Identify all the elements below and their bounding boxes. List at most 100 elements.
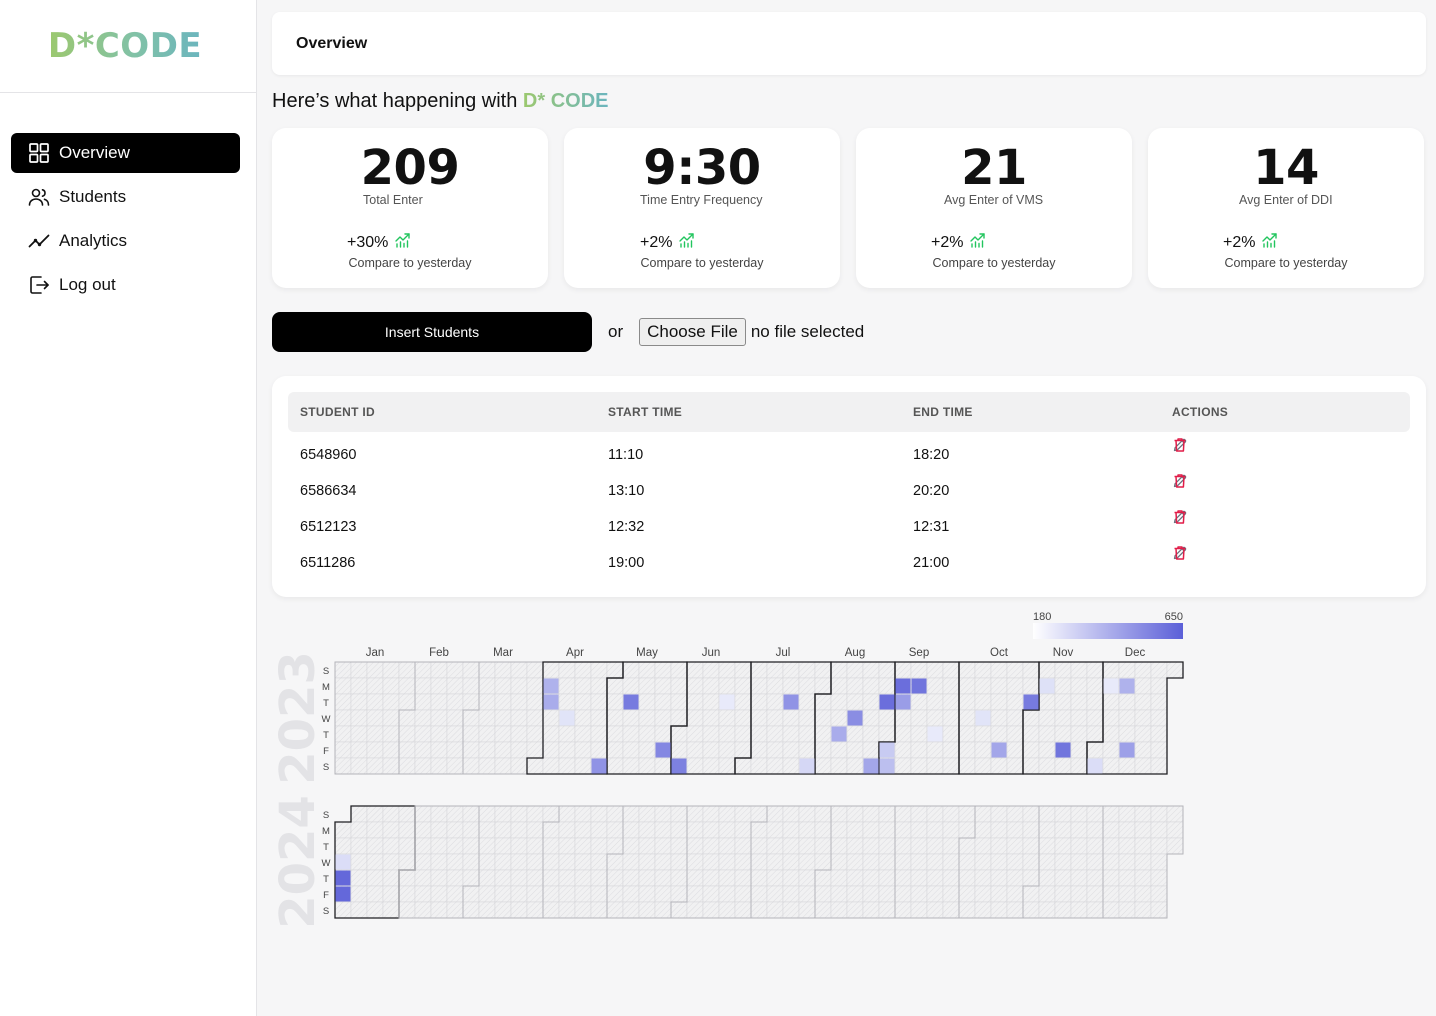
day-cell [782, 661, 800, 679]
delete-icon[interactable] [1172, 473, 1188, 489]
day-cell [734, 885, 752, 903]
day-cell [1134, 741, 1152, 759]
day-cell [558, 677, 576, 695]
heatmap-value-cell [1119, 678, 1135, 694]
day-cell [558, 885, 576, 903]
sidebar-item-label: Log out [59, 275, 116, 294]
day-cell [606, 805, 624, 823]
day-cell [958, 677, 976, 695]
day-cell [734, 805, 752, 823]
day-cell [894, 725, 912, 743]
day-cell [990, 725, 1008, 743]
day-cell [942, 837, 960, 855]
column-header-student-id: STUDENT ID [300, 405, 375, 419]
month-label: Mar [493, 647, 513, 659]
day-cell [606, 661, 624, 679]
day-cell [1054, 885, 1072, 903]
day-cell [926, 757, 944, 775]
weekday-label: T [323, 842, 329, 853]
day-cell [478, 837, 496, 855]
delete-icon[interactable] [1172, 437, 1188, 453]
day-cell [622, 869, 640, 887]
day-cell [446, 709, 464, 727]
day-cell [654, 661, 672, 679]
day-cell [414, 869, 432, 887]
day-cell [494, 837, 512, 855]
day-cell [814, 837, 832, 855]
day-cell [462, 693, 480, 711]
day-cell [558, 741, 576, 759]
day-cell [990, 901, 1008, 919]
day-cell [686, 837, 704, 855]
sidebar-item-students[interactable]: Students [11, 177, 240, 217]
insert-students-button[interactable]: Insert Students [272, 312, 592, 352]
day-cell [590, 725, 608, 743]
cell-end-time: 20:20 [913, 483, 950, 499]
day-cell [398, 869, 416, 887]
day-cell [1166, 837, 1184, 855]
day-cell [1006, 709, 1024, 727]
day-cell [782, 853, 800, 871]
day-cell [558, 837, 576, 855]
day-cell [686, 901, 704, 919]
day-cell [846, 725, 864, 743]
heatmap-value-cell [543, 694, 559, 710]
day-cell [462, 901, 480, 919]
day-cell [974, 885, 992, 903]
day-cell [1086, 821, 1104, 839]
sidebar-item-analytics[interactable]: Analytics [11, 221, 240, 261]
day-cell [398, 709, 416, 727]
day-cell [606, 709, 624, 727]
day-cell [510, 805, 528, 823]
day-cell [830, 869, 848, 887]
day-cell [798, 805, 816, 823]
day-cell [878, 821, 896, 839]
day-cell [734, 901, 752, 919]
day-cell [1006, 741, 1024, 759]
stat-label: Time Entry Frequency [640, 193, 763, 207]
day-cell [558, 693, 576, 711]
day-cell [1006, 725, 1024, 743]
day-cell [782, 885, 800, 903]
day-cell [542, 869, 560, 887]
day-cell [942, 805, 960, 823]
day-cell [542, 853, 560, 871]
day-cell [1150, 821, 1168, 839]
day-cell [718, 709, 736, 727]
day-cell [1006, 757, 1024, 775]
day-cell [606, 837, 624, 855]
day-cell [414, 853, 432, 871]
delete-icon[interactable] [1172, 545, 1188, 561]
delete-icon[interactable] [1172, 509, 1188, 525]
month-label: Oct [990, 647, 1009, 659]
day-cell [862, 901, 880, 919]
choose-file-button[interactable]: Choose File [639, 318, 746, 346]
day-cell [574, 885, 592, 903]
app-logo[interactable]: D*CODE [48, 26, 202, 66]
day-cell [1086, 869, 1104, 887]
day-cell [494, 661, 512, 679]
day-cell [382, 741, 400, 759]
day-cell [702, 709, 720, 727]
day-cell [1150, 709, 1168, 727]
day-cell [542, 661, 560, 679]
day-cell [878, 885, 896, 903]
day-cell [830, 885, 848, 903]
heatmap-value-cell [623, 694, 639, 710]
day-cell [414, 741, 432, 759]
day-cell [558, 725, 576, 743]
day-cell [1102, 821, 1120, 839]
greeting: Here’s what happening with D* CODE [272, 90, 608, 113]
day-cell [942, 661, 960, 679]
day-cell [798, 837, 816, 855]
day-cell [894, 901, 912, 919]
heatmap-value-cell [671, 758, 687, 774]
stat-card-avg-enter-ddi: 14 Avg Enter of DDI +2% Compare to yeste… [1148, 128, 1424, 288]
day-cell [862, 725, 880, 743]
sidebar-item-overview[interactable]: Overview [11, 133, 240, 173]
sidebar-item-logout[interactable]: Log out [11, 265, 240, 305]
day-cell [590, 677, 608, 695]
day-cell [734, 693, 752, 711]
day-cell [430, 725, 448, 743]
day-cell [958, 741, 976, 759]
